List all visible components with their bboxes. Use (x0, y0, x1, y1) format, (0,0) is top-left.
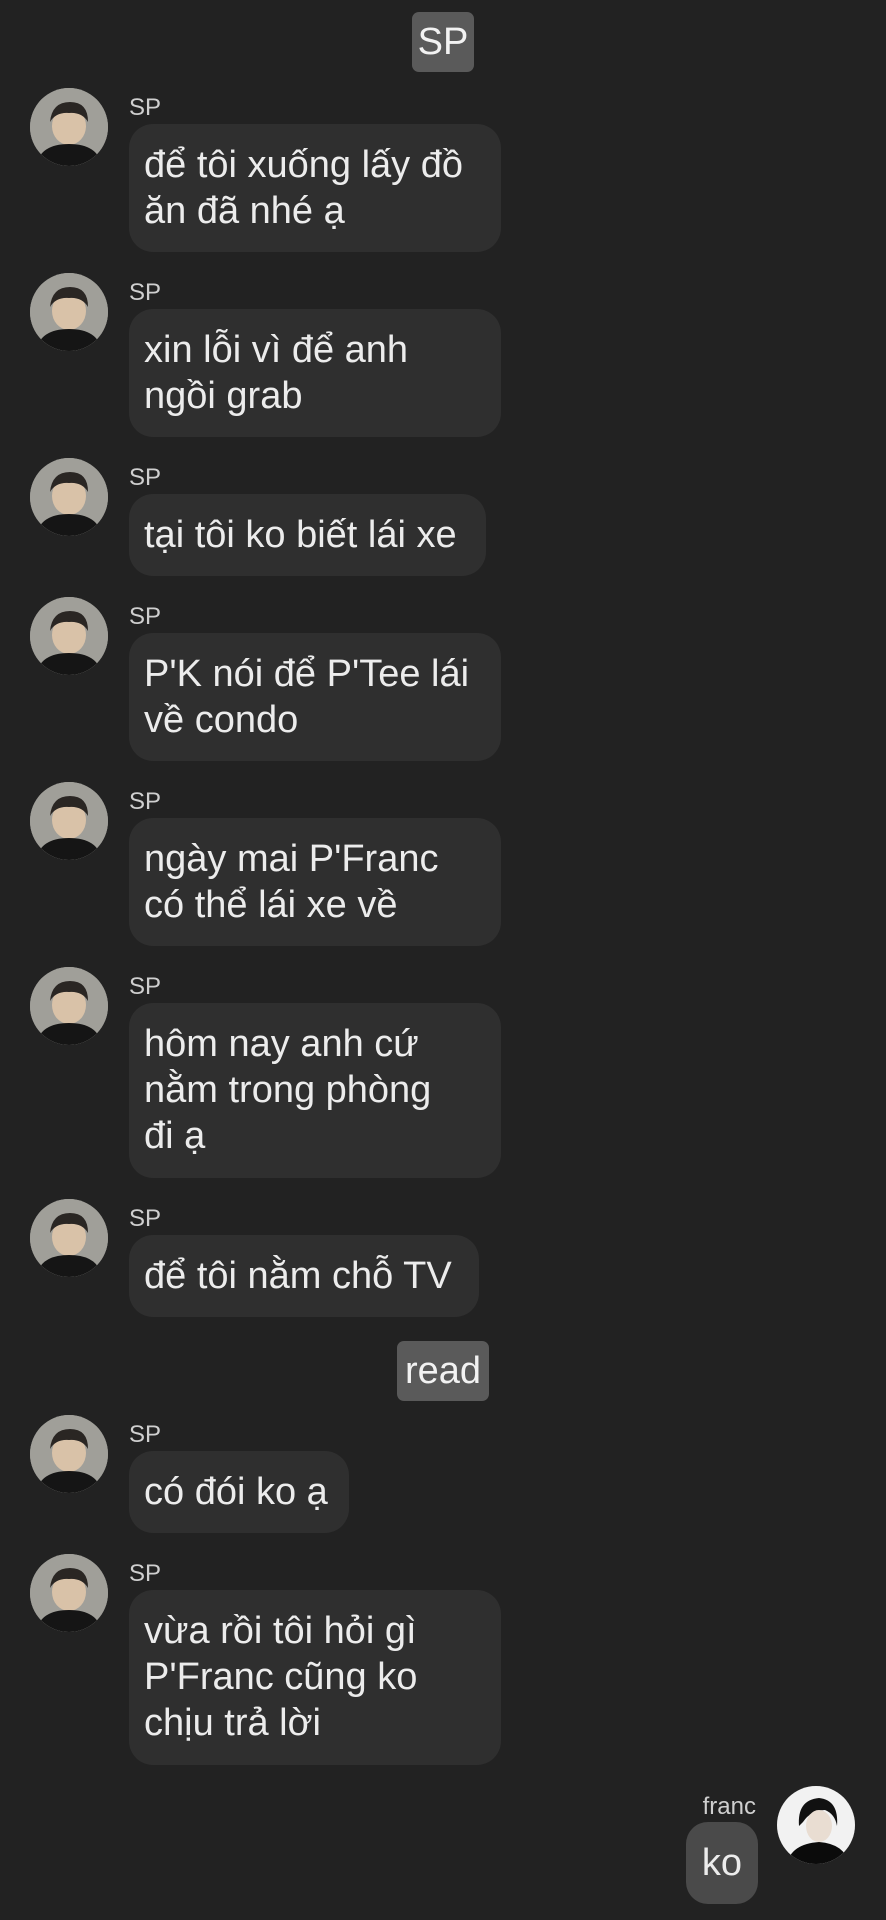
message-bubble[interactable]: ngày mai P'Franc có thể lái xe về (129, 818, 501, 946)
avatar[interactable] (30, 967, 108, 1045)
sender-name: SP (129, 1421, 162, 1448)
message-bubble[interactable]: vừa rồi tôi hỏi gì P'Franc cũng ko chịu … (129, 1590, 501, 1765)
sender-name: SP (129, 973, 162, 1000)
message-bubble[interactable]: hôm nay anh cứ nằm trong phòng đi ạ (129, 1003, 501, 1178)
avatar[interactable] (30, 782, 108, 860)
avatar[interactable] (30, 1415, 108, 1493)
own-avatar[interactable] (777, 1786, 855, 1864)
message-bubble[interactable]: tại tôi ko biết lái xe (129, 494, 486, 576)
avatar[interactable] (30, 597, 108, 675)
sender-pill: SP (412, 12, 474, 72)
sender-name: SP (129, 464, 162, 491)
message-bubble[interactable]: có đói ko ạ (129, 1451, 349, 1533)
sender-name: SP (129, 1560, 162, 1587)
avatar[interactable] (30, 1554, 108, 1632)
message-bubble[interactable]: xin lỗi vì để anh ngồi grab (129, 309, 501, 437)
message-bubble[interactable]: để tôi xuống lấy đồ ăn đã nhé ạ (129, 124, 501, 252)
own-message-bubble[interactable]: ko (686, 1822, 758, 1904)
sender-name: SP (129, 788, 162, 815)
avatar[interactable] (30, 1199, 108, 1277)
own-sender-name: franc (702, 1793, 756, 1820)
read-receipt: read (397, 1341, 489, 1401)
message-bubble[interactable]: để tôi nằm chỗ TV (129, 1235, 479, 1317)
avatar[interactable] (30, 273, 108, 351)
chat-thread: SP SP để tôi xuống lấy đồ ăn đã nhé ạ SP… (0, 0, 886, 1920)
sender-name: SP (129, 603, 162, 630)
avatar[interactable] (30, 88, 108, 166)
avatar[interactable] (30, 458, 108, 536)
sender-name: SP (129, 1205, 162, 1232)
sender-name: SP (129, 94, 162, 121)
sender-name: SP (129, 279, 162, 306)
message-bubble[interactable]: P'K nói để P'Tee lái về condo (129, 633, 501, 761)
